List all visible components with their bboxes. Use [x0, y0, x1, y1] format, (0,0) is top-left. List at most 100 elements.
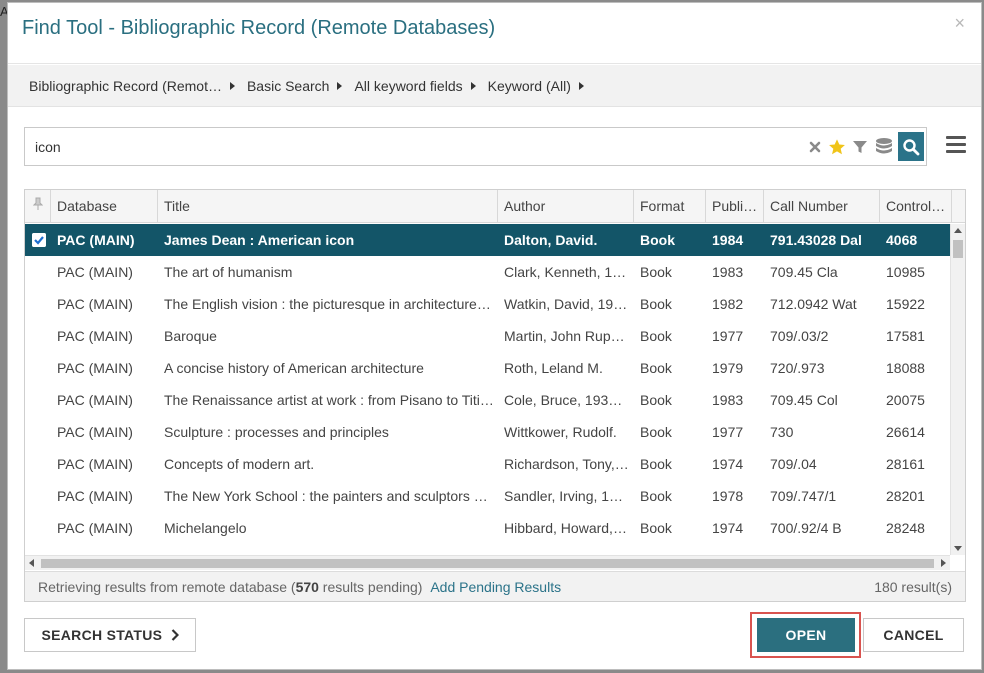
- column-header-title[interactable]: Title: [158, 190, 498, 223]
- grid-header: Database Title Author Format Publi… Call…: [25, 190, 965, 223]
- cell-title: Michelangelo: [164, 520, 247, 536]
- column-header-database[interactable]: Database: [51, 190, 158, 223]
- cell-author: Sandler, Irving, 1…: [504, 488, 624, 504]
- cell-publication-year: 1974: [712, 520, 744, 536]
- status-prefix: Retrieving results from remote database …: [38, 579, 296, 595]
- table-row[interactable]: PAC (MAIN) The Renaissance artist at work…: [25, 384, 950, 416]
- checkbox-checked-icon[interactable]: [32, 233, 46, 247]
- breadcrumb-label: Bibliographic Record (Remot…: [29, 77, 222, 94]
- close-icon[interactable]: ×: [954, 13, 965, 33]
- cell-database: PAC (MAIN): [57, 520, 133, 536]
- table-row[interactable]: PAC (MAIN) Concepts of modern art. Richard…: [25, 448, 950, 480]
- result-count: 180 result(s): [874, 579, 952, 595]
- scroll-up-icon[interactable]: [954, 228, 962, 233]
- breadcrumb: Bibliographic Record (Remot… Basic Searc…: [8, 65, 981, 107]
- cell-control-number: 28201: [886, 488, 925, 504]
- caret-right-icon: [470, 81, 476, 90]
- search-button[interactable]: [898, 132, 924, 161]
- database-icon[interactable]: [874, 137, 894, 157]
- row-checkbox[interactable]: [32, 457, 46, 471]
- chevron-right-icon: [171, 629, 179, 641]
- scroll-right-icon[interactable]: [941, 559, 946, 567]
- cell-call-number: 791.43028 Dal: [770, 232, 862, 248]
- cell-publication-year: 1974: [712, 456, 744, 472]
- table-row[interactable]: PAC (MAIN) Michelangelo Hibbard, Howard,… B…: [25, 512, 950, 544]
- column-header-call-number[interactable]: Call Number: [764, 190, 880, 223]
- cell-publication-year: 1982: [712, 296, 744, 312]
- row-checkbox[interactable]: [32, 265, 46, 279]
- table-row[interactable]: PAC (MAIN) James Dean : American icon Dalt…: [25, 224, 950, 256]
- search-status-label: SEARCH STATUS: [41, 627, 163, 643]
- cell-call-number: 720/.973: [770, 360, 825, 376]
- table-row[interactable]: PAC (MAIN) The art of humanism Clark, Kenn…: [25, 256, 950, 288]
- filter-icon[interactable]: [852, 139, 868, 155]
- caret-right-icon: [229, 81, 235, 90]
- cell-publication-year: 1983: [712, 392, 744, 408]
- horizontal-scrollbar[interactable]: [25, 555, 950, 570]
- search-input[interactable]: [26, 129, 786, 164]
- search-status-button[interactable]: SEARCH STATUS: [24, 618, 196, 652]
- cell-author: Dalton, David.: [504, 232, 598, 248]
- column-header-format[interactable]: Format: [634, 190, 706, 223]
- breadcrumb-item-search-type[interactable]: Basic Search: [247, 78, 343, 94]
- cell-author: Roth, Leland M.: [504, 360, 603, 376]
- cell-title: The art of humanism: [164, 264, 293, 280]
- cell-control-number: 17581: [886, 328, 925, 344]
- scroll-down-icon[interactable]: [954, 546, 962, 551]
- row-checkbox[interactable]: [32, 329, 46, 343]
- pin-column-header[interactable]: [25, 190, 51, 223]
- cell-database: PAC (MAIN): [57, 456, 133, 472]
- column-header-author[interactable]: Author: [498, 190, 634, 223]
- row-checkbox[interactable]: [32, 297, 46, 311]
- results-grid: Database Title Author Format Publi… Call…: [24, 189, 966, 602]
- add-pending-results-link[interactable]: Add Pending Results: [430, 579, 561, 595]
- cell-control-number: 18088: [886, 360, 925, 376]
- cell-author: Cole, Bruce, 193…: [504, 392, 623, 408]
- cell-publication-year: 1979: [712, 360, 744, 376]
- row-checkbox[interactable]: [32, 489, 46, 503]
- grid-body: PAC (MAIN) James Dean : American icon Dalt…: [25, 224, 950, 576]
- column-header-publication-year[interactable]: Publi…: [706, 190, 764, 223]
- cell-publication-year: 1983: [712, 264, 744, 280]
- cell-call-number: 709/.03/2: [770, 328, 829, 344]
- vertical-scrollbar[interactable]: [950, 224, 965, 555]
- scroll-thumb[interactable]: [953, 240, 963, 258]
- cell-publication-year: 1977: [712, 424, 744, 440]
- cell-format: Book: [640, 264, 672, 280]
- cell-title: The Renaissance artist at work : from Pi…: [164, 392, 494, 408]
- cell-title: The New York School : the painters and s…: [164, 488, 488, 504]
- scroll-thumb[interactable]: [41, 559, 934, 568]
- hamburger-menu-icon[interactable]: [946, 136, 966, 156]
- cell-call-number: 700/.92/4 B: [770, 520, 842, 536]
- column-header-control-number[interactable]: Control…: [880, 190, 952, 223]
- cell-publication-year: 1977: [712, 328, 744, 344]
- cell-publication-year: 1978: [712, 488, 744, 504]
- table-row[interactable]: PAC (MAIN) The New York School : the pain…: [25, 480, 950, 512]
- star-icon[interactable]: [828, 138, 846, 156]
- cell-format: Book: [640, 328, 672, 344]
- breadcrumb-item-field[interactable]: All keyword fields: [354, 78, 476, 94]
- cell-control-number: 10985: [886, 264, 925, 280]
- search-icon: [903, 138, 920, 155]
- row-checkbox[interactable]: [32, 425, 46, 439]
- row-checkbox[interactable]: [32, 361, 46, 375]
- pin-icon: [32, 197, 44, 210]
- cell-title: A concise history of American architectu…: [164, 360, 424, 376]
- breadcrumb-item-record-type[interactable]: Bibliographic Record (Remot…: [29, 78, 235, 94]
- open-button[interactable]: OPEN: [757, 618, 855, 652]
- row-checkbox[interactable]: [32, 521, 46, 535]
- scroll-left-icon[interactable]: [29, 559, 34, 567]
- table-row[interactable]: PAC (MAIN) Sculpture : processes and prin…: [25, 416, 950, 448]
- breadcrumb-item-keyword[interactable]: Keyword (All): [488, 78, 584, 94]
- table-row[interactable]: PAC (MAIN) The English vision : the pictu…: [25, 288, 950, 320]
- cancel-button[interactable]: CANCEL: [863, 618, 964, 652]
- row-checkbox[interactable]: [32, 393, 46, 407]
- status-suffix: results pending): [318, 579, 423, 595]
- table-row[interactable]: PAC (MAIN) Baroque Martin, John Rup… Book 19…: [25, 320, 950, 352]
- dialog-header: Find Tool - Bibliographic Record (Remote…: [8, 3, 981, 64]
- table-row[interactable]: PAC (MAIN) A concise history of American …: [25, 352, 950, 384]
- cell-format: Book: [640, 488, 672, 504]
- clear-icon[interactable]: [808, 140, 822, 154]
- cell-format: Book: [640, 360, 672, 376]
- cell-author: Watkin, David, 19…: [504, 296, 628, 312]
